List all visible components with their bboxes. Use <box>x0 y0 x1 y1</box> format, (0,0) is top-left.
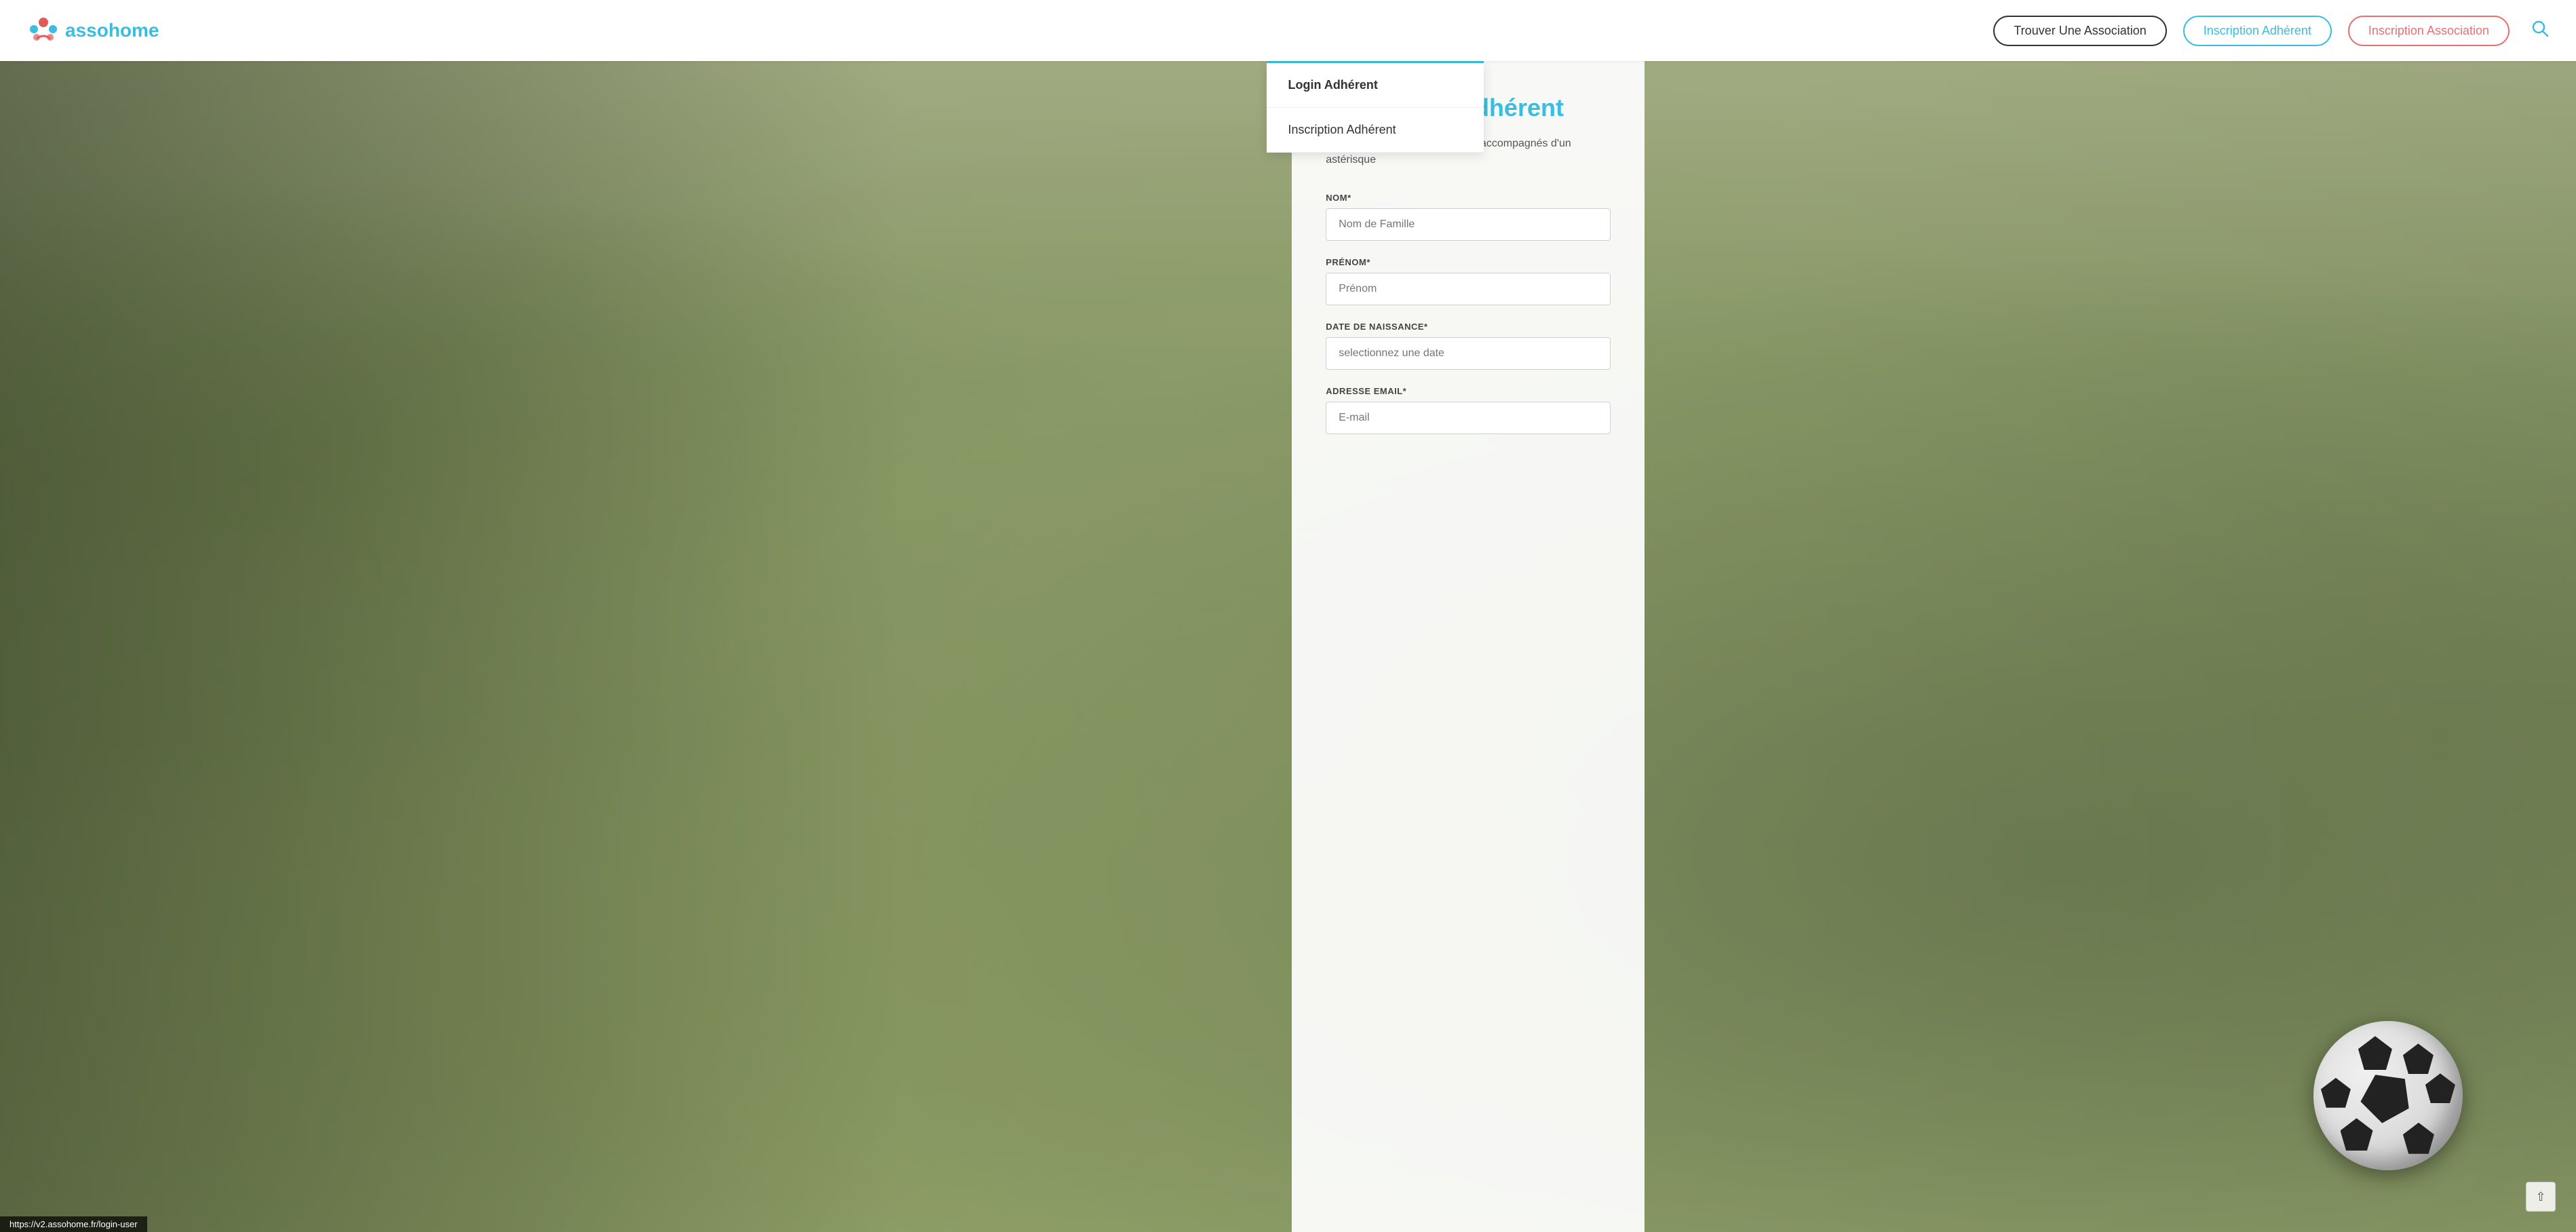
email-label: ADRESSE EMAIL* <box>1326 386 1611 396</box>
scroll-to-top-button[interactable]: ⇧ <box>2526 1182 2556 1212</box>
dropdown-inscription-adherent[interactable]: Inscription Adhérent <box>1267 108 1484 153</box>
trouver-association-button[interactable]: Trouver Une Association <box>1993 16 2166 46</box>
email-group: ADRESSE EMAIL* <box>1326 386 1611 434</box>
dropdown-login-adherent[interactable]: Login Adhérent <box>1267 63 1484 108</box>
adherent-dropdown: Login Adhérent Inscription Adhérent <box>1267 61 1484 153</box>
prenom-group: PRÉNOM* <box>1326 257 1611 305</box>
nom-group: NOM* <box>1326 193 1611 241</box>
logo-icon <box>27 14 60 47</box>
nom-input[interactable] <box>1326 208 1611 241</box>
status-bar: https://v2.assohome.fr/login-user <box>0 1216 147 1232</box>
nav-links: Trouver Une Association Inscription Adhé… <box>1993 16 2549 46</box>
search-icon <box>2531 20 2549 37</box>
dob-group: DATE DE NAISSANCE* <box>1326 322 1611 370</box>
inscription-association-button[interactable]: Inscription Association <box>2348 16 2510 46</box>
prenom-input[interactable] <box>1326 273 1611 305</box>
prenom-label: PRÉNOM* <box>1326 257 1611 267</box>
dob-label: DATE DE NAISSANCE* <box>1326 322 1611 332</box>
status-url: https://v2.assohome.fr/login-user <box>9 1219 138 1229</box>
logo-text: assohome <box>65 20 159 41</box>
form-panel: Inscription Adhérent (*) les champs obli… <box>1292 61 1645 1232</box>
email-input[interactable] <box>1326 402 1611 434</box>
hero-section: Inscription Adhérent (*) les champs obli… <box>0 0 2576 1232</box>
hero-background <box>0 0 2576 1232</box>
navbar: assohome Trouver Une Association Inscrip… <box>0 0 2576 61</box>
nom-label: NOM* <box>1326 193 1611 203</box>
search-button[interactable] <box>2531 20 2549 42</box>
dob-input[interactable] <box>1326 337 1611 370</box>
logo[interactable]: assohome <box>27 14 159 47</box>
inscription-adherent-button[interactable]: Inscription Adhérent <box>2183 16 2332 46</box>
